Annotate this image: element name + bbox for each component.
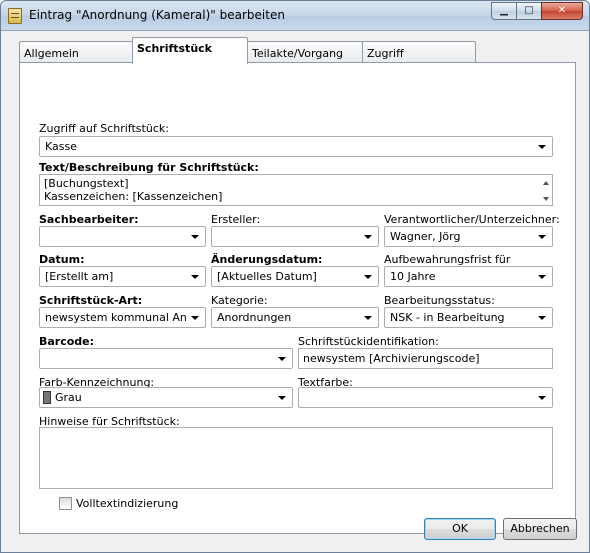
zugriff-select[interactable]: Kasse (39, 136, 553, 157)
chevron-down-icon (191, 235, 199, 239)
text-field[interactable]: [Buchungstext] Kassenzeichen: [Kassenzei… (39, 174, 553, 206)
tab-schriftstueck[interactable]: Schriftstück (132, 37, 248, 64)
status-select[interactable]: NSK - in Bearbeitung (384, 307, 553, 328)
volltext-checkbox[interactable] (59, 497, 72, 510)
chevron-down-icon (538, 316, 546, 320)
farbe-value: Grau (55, 391, 82, 404)
textfarbe-select[interactable] (298, 387, 553, 408)
scroll-up-icon[interactable] (543, 181, 549, 185)
ok-button-label: OK (452, 522, 468, 535)
cancel-button-label: Abbrechen (510, 522, 570, 535)
text-line: [Buchungstext] (44, 177, 129, 190)
zugriff-value: Kasse (45, 140, 77, 153)
tab-label: Schriftstück (137, 42, 212, 55)
minimize-button[interactable]: ▁ (491, 2, 517, 20)
tab-panel-schriftstueck: Zugriff auf Schriftstück: Kasse Text/Bes… (19, 62, 576, 534)
identifikation-field[interactable]: newsystem [Archivierungscode] (298, 348, 553, 369)
minimize-icon: ▁ (500, 5, 508, 16)
tab-teilakte-vorgang[interactable]: Teilakte/Vorgang (247, 41, 363, 63)
kategorie-value: Anordnungen (217, 311, 292, 324)
datum-select[interactable]: [Erstellt am] (39, 266, 206, 287)
aenderungsdatum-label: Änderungsdatum: (211, 253, 323, 266)
aenderungsdatum-value: [Aktuelles Datum] (217, 270, 317, 283)
maximize-button[interactable]: □ (516, 2, 542, 20)
chevron-down-icon (538, 396, 546, 400)
chevron-down-icon (191, 316, 199, 320)
volltext-label: Volltextindizierung (76, 497, 179, 510)
kategorie-select[interactable]: Anordnungen (211, 307, 379, 328)
chevron-down-icon (191, 275, 199, 279)
maximize-icon: □ (524, 5, 534, 16)
tab-allgemein[interactable]: Allgemein (19, 41, 133, 63)
chevron-down-icon (538, 235, 546, 239)
dialog-window: Eintrag "Anordnung (Kameral)" bearbeiten… (0, 0, 590, 553)
tab-label: Allgemein (24, 47, 79, 60)
aufbewahrung-value: 10 Jahre (390, 270, 436, 283)
identifikation-value: newsystem [Archivierungscode] (303, 352, 480, 365)
chevron-down-icon (278, 357, 286, 361)
color-swatch-icon (43, 391, 51, 404)
aufbewahrung-label: Aufbewahrungsfrist für (384, 253, 511, 266)
ok-button[interactable]: OK (424, 518, 496, 540)
ersteller-select[interactable] (211, 226, 379, 247)
datum-value: [Erstellt am] (45, 270, 114, 283)
sachbearbeiter-label: Sachbearbeiter: (39, 213, 139, 226)
text-line: Kassenzeichen: [Kassenzeichen] (44, 190, 223, 203)
art-select[interactable]: newsystem kommunal Anordnu (39, 307, 206, 328)
datum-label: Datum: (39, 253, 85, 266)
status-value: NSK - in Bearbeitung (390, 311, 505, 324)
document-app-icon (8, 8, 22, 24)
art-label: Schriftstück-Art: (39, 294, 143, 307)
cancel-button[interactable]: Abbrechen (503, 518, 577, 540)
scroll-down-icon[interactable] (543, 197, 549, 201)
chevron-down-icon (538, 145, 546, 149)
barcode-label: Barcode: (39, 335, 95, 348)
aenderungsdatum-select[interactable]: [Aktuelles Datum] (211, 266, 379, 287)
hinweise-field[interactable] (39, 427, 553, 489)
art-value: newsystem kommunal Anordnu (45, 311, 187, 324)
kategorie-label: Kategorie: (211, 294, 268, 307)
tab-label: Zugriff (367, 47, 404, 60)
verantwortlicher-label: Verantwortlicher/Unterzeichner: (384, 213, 560, 226)
window-title: Eintrag "Anordnung (Kameral)" bearbeiten (29, 8, 285, 22)
ersteller-label: Ersteller: (211, 213, 261, 226)
title-bar[interactable]: Eintrag "Anordnung (Kameral)" bearbeiten… (1, 1, 589, 31)
chevron-down-icon (278, 396, 286, 400)
aufbewahrung-select[interactable]: 10 Jahre (384, 266, 553, 287)
close-icon: ✕ (557, 5, 567, 16)
text-label: Text/Beschreibung für Schriftstück: (39, 161, 259, 174)
verantwortlicher-value: Wagner, Jörg (390, 230, 461, 243)
zugriff-label: Zugriff auf Schriftstück: (39, 122, 169, 135)
tab-label: Teilakte/Vorgang (252, 47, 344, 60)
chevron-down-icon (538, 275, 546, 279)
chevron-down-icon (364, 235, 372, 239)
barcode-select[interactable] (39, 348, 293, 369)
identifikation-label: Schriftstückidentifikation: (298, 335, 439, 348)
sachbearbeiter-select[interactable] (39, 226, 206, 247)
status-label: Bearbeitungsstatus: (384, 294, 495, 307)
verantwortlicher-select[interactable]: Wagner, Jörg (384, 226, 553, 247)
dialog-content: Allgemein Schriftstück Teilakte/Vorgang … (5, 31, 586, 550)
tab-zugriff[interactable]: Zugriff (362, 41, 476, 63)
farbe-select[interactable]: Grau (39, 387, 293, 408)
chevron-down-icon (364, 316, 372, 320)
close-button[interactable]: ✕ (541, 2, 583, 20)
chevron-down-icon (364, 275, 372, 279)
